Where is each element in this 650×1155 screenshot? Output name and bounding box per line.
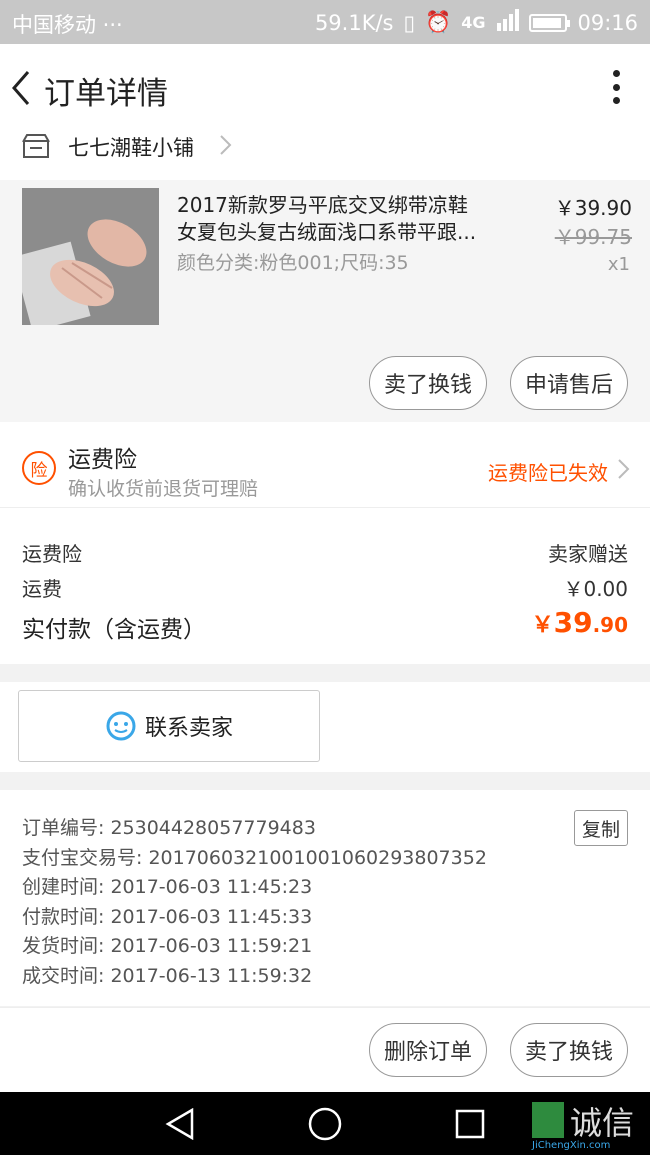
- copy-button[interactable]: 复制: [574, 810, 628, 846]
- sell-for-cash-bottom-button[interactable]: 卖了换钱: [510, 1023, 628, 1077]
- product-title-line2: 女夏包头复古绒面浅口系带平跟...: [177, 220, 477, 244]
- insurance-status: 运费险已失效: [488, 461, 608, 485]
- insurance-fee-value: 卖家赠送: [548, 542, 628, 566]
- paid-amount: ￥39.90: [532, 606, 628, 639]
- watermark-logo: 诚信 JiChengXin.com: [532, 1096, 648, 1152]
- signal-icon: [495, 9, 520, 36]
- apply-aftersale-button[interactable]: 申请售后: [510, 356, 628, 410]
- product-image[interactable]: [12, 188, 159, 332]
- status-bar: 中国移动 ··· 59.1K/s ▯ ⏰ 4G 09:16: [0, 0, 650, 44]
- watermark-mark-icon: [532, 1102, 564, 1138]
- carrier-label: 中国移动 ···: [12, 13, 123, 37]
- chat-bubble-icon: [106, 711, 136, 741]
- insurance-fee-label: 运费险: [22, 542, 82, 566]
- system-nav-bar: 诚信 JiChengXin.com: [0, 1092, 650, 1155]
- battery-icon: [529, 13, 571, 32]
- paid-currency: ￥: [531, 613, 554, 638]
- shop-icon: [22, 134, 50, 158]
- status-icons: 59.1K/s ▯ ⏰ 4G 09:16: [315, 9, 638, 36]
- shipping-fee-value: ￥0.00: [563, 577, 628, 601]
- insurance-title: 运费险: [68, 447, 137, 473]
- contact-seller-button[interactable]: 联系卖家: [18, 690, 320, 762]
- insurance-subtitle: 确认收货前退货可理赔: [68, 478, 259, 500]
- product-card[interactable]: 2017新款罗马平底交叉绑带凉鞋 女夏包头复古绒面浅口系带平跟... 颜色分类:…: [0, 180, 650, 422]
- shop-name: 七七潮鞋小铺: [68, 136, 194, 160]
- delete-order-button[interactable]: 删除订单: [369, 1023, 487, 1077]
- chevron-right-icon: [220, 135, 232, 155]
- nav-back-icon[interactable]: [164, 1108, 196, 1140]
- shipped-time: 发货时间: 2017-06-03 11:59:21: [22, 935, 313, 957]
- order-info-lines: 订单编号: 253044280577794​83 支付宝交易号: 2017060…: [22, 814, 487, 991]
- back-button[interactable]: [8, 68, 38, 108]
- vibrate-icon: ▯: [403, 10, 416, 35]
- network-speed: 59.1K/s: [314, 10, 394, 35]
- network-type: 4G: [461, 13, 486, 32]
- insurance-badge-icon: 险: [22, 451, 56, 485]
- more-menu-button[interactable]: [612, 70, 620, 104]
- watermark-subtext: JiChengXin.com: [532, 1140, 611, 1151]
- nav-recents-icon[interactable]: [454, 1108, 486, 1140]
- clock: 09:16: [577, 10, 638, 35]
- shipping-insurance-row[interactable]: 险 运费险 确认收货前退货可理赔 运费险已失效: [0, 422, 650, 508]
- page-title: 订单详情: [44, 76, 168, 112]
- action-bar: 删除订单 卖了换钱: [0, 1007, 650, 1092]
- chevron-right-icon: [618, 459, 630, 479]
- product-quantity: x1: [607, 254, 630, 275]
- alipay-trade-number: 支付宝交易号: 2017060321001001060293807352: [22, 846, 487, 869]
- product-price: ￥39.90: [554, 196, 632, 220]
- paid-dec: .90: [592, 613, 628, 637]
- shipping-fee-label: 运费: [22, 577, 62, 601]
- contact-section: 联系卖家: [0, 682, 650, 772]
- nav-home-icon[interactable]: [307, 1106, 343, 1142]
- product-sku: 颜色分类:粉色001;尺码:35: [177, 252, 409, 274]
- product-title: 2017新款罗马平底交叉绑带凉鞋 女夏包头复古绒面浅口系带平跟...: [177, 192, 476, 246]
- app-header: 订单详情: [0, 44, 650, 130]
- chevron-left-icon: [12, 71, 30, 105]
- paid-amount-label: 实付款（含运费）: [22, 617, 206, 643]
- paid-int: 39: [553, 606, 593, 639]
- order-info: 订单编号: 253044280577794​83 支付宝交易号: 2017060…: [0, 790, 650, 1006]
- product-original-price: ￥99.75: [554, 225, 632, 249]
- shop-row[interactable]: 七七潮鞋小铺: [0, 130, 650, 180]
- completed-time: 成交时间: 2017-06-13 11:59:32: [22, 964, 313, 987]
- order-number: 订单编号: 253044280577794​83: [22, 817, 316, 839]
- paid-time: 付款时间: 2017-06-03 11:45:33: [22, 905, 313, 928]
- created-time: 创建时间: 2017-06-03 11:45:23: [22, 876, 313, 898]
- product-title-line1: 2017新款罗马平底交叉绑带凉鞋: [177, 193, 468, 217]
- shoe-image: [12, 188, 159, 332]
- alarm-icon: ⏰: [425, 10, 452, 34]
- fee-summary: 运费险 卖家赠送 运费 ￥0.00 实付款（含运费） ￥39.90: [0, 508, 650, 664]
- contact-seller-label: 联系卖家: [144, 716, 233, 741]
- watermark-text: 诚信: [570, 1104, 635, 1142]
- sell-for-cash-button[interactable]: 卖了换钱: [369, 356, 487, 410]
